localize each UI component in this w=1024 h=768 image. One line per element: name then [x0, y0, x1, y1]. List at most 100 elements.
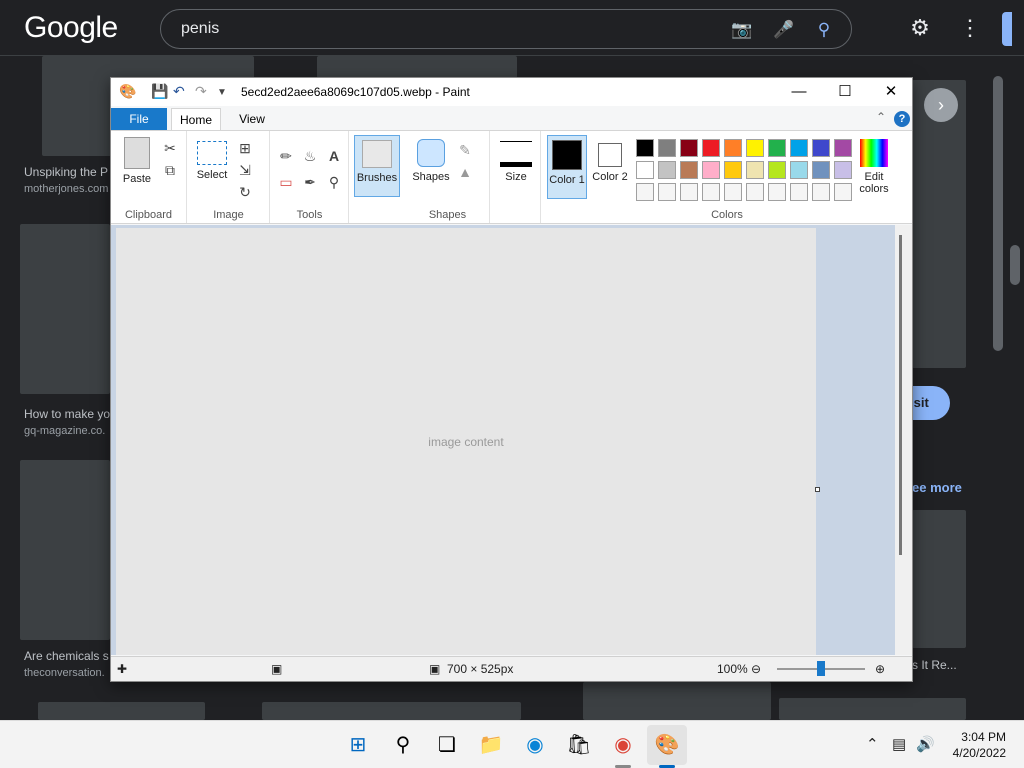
redo-icon[interactable]: ↷: [195, 83, 207, 100]
zoom-slider-thumb[interactable]: [817, 661, 825, 676]
shapes-button[interactable]: Shapes: [412, 139, 450, 183]
store-icon[interactable]: 🛍: [564, 730, 594, 760]
palette-color-swatch[interactable]: [702, 161, 720, 179]
canvas-scrollbar[interactable]: [895, 225, 912, 655]
canvas-image[interactable]: image content: [116, 228, 816, 655]
save-icon[interactable]: 💾: [151, 83, 168, 100]
tab-file[interactable]: File: [111, 108, 167, 130]
palette-color-swatch[interactable]: [680, 161, 698, 179]
paint-app-icon[interactable]: 🎨: [119, 83, 136, 100]
related-title[interactable]: s It Re...: [912, 658, 957, 672]
zoom-in-icon[interactable]: ⊕: [875, 662, 885, 676]
palette-custom-slot[interactable]: [724, 183, 742, 201]
rotate-icon[interactable]: ↻: [236, 183, 254, 201]
tab-view[interactable]: View: [229, 108, 275, 130]
resize-icon[interactable]: ⇲: [236, 161, 254, 179]
search-icon[interactable]: ⚲: [388, 730, 418, 760]
chevron-right-icon[interactable]: ›: [924, 88, 958, 122]
mic-icon[interactable]: 🎤: [773, 19, 795, 41]
see-more-link[interactable]: ee more: [912, 480, 962, 495]
text-icon[interactable]: A: [325, 147, 343, 165]
camera-icon[interactable]: 📷: [731, 19, 753, 41]
search-icon[interactable]: ⚲: [813, 19, 835, 41]
apps-grid-icon[interactable]: ⋮: [958, 16, 982, 40]
fill-icon[interactable]: ♨: [301, 147, 319, 165]
related-thumbnail[interactable]: [912, 510, 966, 648]
palette-color-swatch[interactable]: [790, 139, 808, 157]
help-icon[interactable]: ?: [894, 111, 910, 127]
palette-custom-slot[interactable]: [746, 183, 764, 201]
palette-custom-slot[interactable]: [812, 183, 830, 201]
copy-icon[interactable]: ⧉: [161, 161, 179, 179]
page-scrollbar[interactable]: [990, 56, 1008, 720]
result-title[interactable]: Are chemicals s: [24, 649, 109, 663]
title-bar[interactable]: 🎨 💾 ↶ ↷ ▼ 5ecd2ed2aee6a8069c107d05.webp …: [111, 78, 912, 106]
result-thumbnail[interactable]: [583, 682, 771, 720]
panel-scrollbar-thumb[interactable]: [1010, 245, 1020, 285]
minimize-button[interactable]: —: [776, 78, 822, 106]
collapse-ribbon-icon[interactable]: ⌃: [876, 110, 886, 124]
cut-icon[interactable]: ✂: [161, 139, 179, 157]
file-explorer-icon[interactable]: 📁: [476, 730, 506, 760]
brushes-button[interactable]: Brushes: [354, 135, 400, 197]
palette-color-swatch[interactable]: [812, 139, 830, 157]
search-input[interactable]: penis: [181, 20, 219, 38]
paste-button[interactable]: Paste: [119, 137, 155, 185]
undo-icon[interactable]: ↶: [173, 83, 185, 100]
tab-home[interactable]: Home: [171, 108, 221, 130]
palette-color-swatch[interactable]: [768, 161, 786, 179]
result-title[interactable]: Unspiking the P: [24, 165, 108, 179]
resize-handle-right[interactable]: [815, 487, 820, 492]
result-thumbnail[interactable]: [262, 702, 521, 720]
canvas-area[interactable]: image content: [111, 225, 912, 655]
palette-color-swatch[interactable]: [812, 161, 830, 179]
crop-icon[interactable]: ⊞: [236, 139, 254, 157]
show-hidden-icons[interactable]: ⌃: [866, 735, 879, 753]
outline-icon[interactable]: ✎: [456, 141, 474, 159]
palette-color-swatch[interactable]: [790, 161, 808, 179]
palette-color-swatch[interactable]: [636, 139, 654, 157]
sign-in-button-edge[interactable]: [1002, 12, 1012, 46]
palette-color-swatch[interactable]: [834, 139, 852, 157]
palette-color-swatch[interactable]: [658, 139, 676, 157]
result-thumbnail[interactable]: [20, 460, 110, 640]
palette-custom-slot[interactable]: [768, 183, 786, 201]
palette-custom-slot[interactable]: [702, 183, 720, 201]
palette-color-swatch[interactable]: [680, 139, 698, 157]
edge-icon[interactable]: ◉: [520, 730, 550, 760]
paint-taskbar-icon[interactable]: 🎨: [652, 730, 682, 760]
pencil-icon[interactable]: ✏: [277, 147, 295, 165]
task-view-icon[interactable]: ❏: [432, 730, 462, 760]
palette-color-swatch[interactable]: [768, 139, 786, 157]
customize-qat-icon[interactable]: ▼: [217, 87, 227, 98]
palette-custom-slot[interactable]: [658, 183, 676, 201]
start-icon[interactable]: ⊞: [343, 730, 373, 760]
chrome-icon[interactable]: ◉: [608, 730, 638, 760]
color-picker-icon[interactable]: ✒: [301, 173, 319, 191]
zoom-out-icon[interactable]: ⊖: [751, 662, 761, 676]
magnifier-icon[interactable]: ⚲: [325, 173, 343, 191]
network-icon[interactable]: ▤: [892, 735, 906, 753]
close-button[interactable]: ✕: [868, 78, 914, 106]
color1-button[interactable]: Color 1: [547, 135, 587, 199]
volume-icon[interactable]: 🔊: [916, 735, 935, 753]
palette-custom-slot[interactable]: [834, 183, 852, 201]
select-button[interactable]: Select: [194, 141, 230, 181]
result-thumbnail[interactable]: [317, 56, 517, 78]
palette-color-swatch[interactable]: [724, 139, 742, 157]
edit-colors-button[interactable]: Edit colors: [854, 139, 894, 195]
palette-color-swatch[interactable]: [724, 161, 742, 179]
result-thumbnail[interactable]: [38, 702, 205, 720]
palette-custom-slot[interactable]: [790, 183, 808, 201]
gear-icon[interactable]: ⚙: [908, 16, 932, 40]
canvas-scrollbar-thumb[interactable]: [899, 235, 902, 555]
palette-color-swatch[interactable]: [834, 161, 852, 179]
palette-color-swatch[interactable]: [636, 161, 654, 179]
result-title[interactable]: How to make yo: [24, 407, 110, 421]
preview-image[interactable]: [912, 80, 966, 368]
maximize-button[interactable]: ☐: [822, 78, 868, 106]
result-thumbnail[interactable]: [779, 698, 966, 720]
eraser-icon[interactable]: ▭: [277, 173, 295, 191]
palette-custom-slot[interactable]: [636, 183, 654, 201]
page-scrollbar-thumb[interactable]: [993, 76, 1003, 351]
